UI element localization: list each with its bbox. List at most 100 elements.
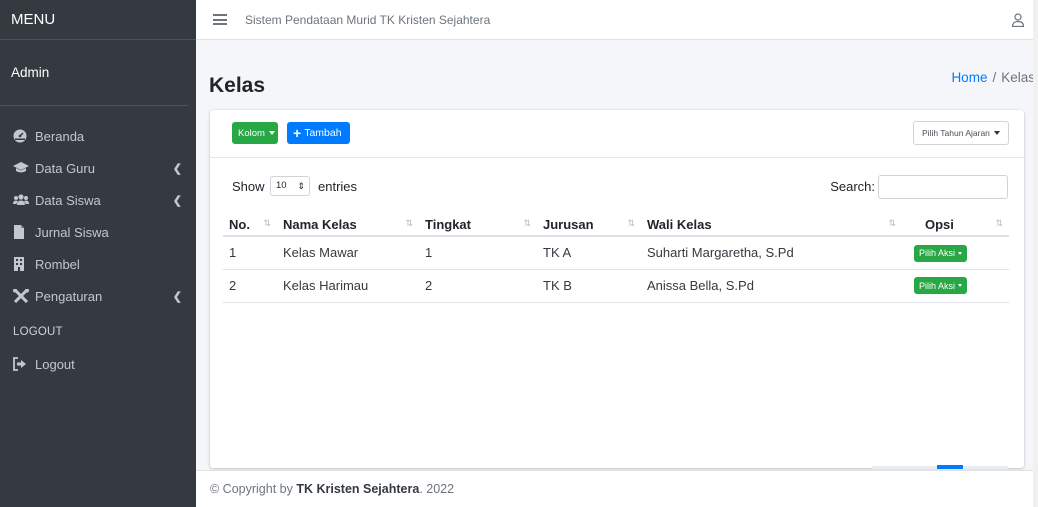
pilih-aksi-label: Pilih Aksi [919, 248, 956, 258]
column-header-label: No. [229, 216, 250, 232]
sidebar-item-label: Pengaturan [35, 288, 103, 304]
chevron-left-icon: ❮ [172, 162, 182, 175]
pilih-aksi-label: Pilih Aksi [919, 280, 956, 291]
sidebar-item-jurnal-siswa[interactable]: Jurnal Siswa [0, 216, 196, 248]
table-header-row: No. ⇅ Nama Kelas ⇅ Tingkat ⇅ Jurusan ⇅ Wali … [223, 213, 1009, 237]
sidebar-nav: Beranda Data Guru ❮ Data Siswa ❮ Jurnal … [0, 106, 196, 380]
cell-opsi: Pilih Aksi [902, 269, 1009, 303]
pilih-aksi-button[interactable]: Pilih Aksi [914, 244, 968, 262]
user-icon[interactable] [1011, 13, 1025, 28]
cell-no: 1 [223, 236, 277, 270]
sort-icon: ⇅ [995, 218, 1003, 228]
cell-no: 2 [223, 269, 277, 303]
hamburger-menu-icon[interactable] [213, 12, 227, 28]
footer: © Copyright by TK Kristen Sejahtera. 202… [196, 470, 1038, 507]
breadcrumb-current: Kelas [1001, 70, 1035, 85]
sidebar-item-pengaturan[interactable]: Pengaturan ❮ [0, 280, 196, 312]
table-row: 2 Kelas Harimau 2 TK B Anissa Bella, S.P… [223, 269, 1009, 303]
caret-down-icon [268, 131, 275, 135]
sort-icon: ⇅ [523, 218, 531, 228]
chevron-left-icon: ❮ [172, 194, 182, 207]
sidebar: MENU Admin Beranda Data Guru ❮ Data Sisw… [0, 0, 196, 507]
breadcrumb-separator: / [992, 70, 997, 85]
sidebar-item-data-guru[interactable]: Data Guru ❮ [0, 152, 196, 184]
file-icon [13, 225, 27, 239]
search-label: Search: [830, 179, 875, 194]
building-icon [13, 257, 27, 271]
page-title: Kelas [209, 74, 266, 97]
breadcrumb-home-link[interactable]: Home [951, 70, 987, 85]
sidebar-item-label: Rombel [35, 256, 80, 272]
table-row: 1 Kelas Mawar 1 TK A Suharti Margaretha,… [223, 236, 1009, 270]
sidebar-item-label: Jurnal Siswa [35, 224, 109, 240]
cell-opsi: Pilih Aksi [902, 236, 1009, 270]
datatable-controls: Show 10 ⇕ entries Search: [232, 175, 1008, 199]
sort-icon: ⇅ [405, 218, 413, 228]
pagination-active-page[interactable] [937, 465, 963, 469]
sidebar-item-label: Data Siswa [35, 192, 101, 208]
sidebar-item-rombel[interactable]: Rombel [0, 248, 196, 280]
kelas-table: No. ⇅ Nama Kelas ⇅ Tingkat ⇅ Jurusan ⇅ Wali … [223, 213, 1009, 303]
sidebar-section-header: LOGOUT [13, 326, 63, 338]
cell-wali-kelas: Suharti Margaretha, S.Pd [641, 236, 902, 270]
tahun-ajaran-select-label: Pilih Tahun Ajaran [922, 128, 990, 138]
tools-icon [13, 288, 29, 304]
kolom-dropdown-button[interactable]: Kolom [232, 122, 278, 144]
pilih-aksi-button[interactable]: Pilih Aksi [914, 277, 968, 295]
column-header-label: Tingkat [425, 216, 471, 232]
app-title: Sistem Pendataan Murid TK Kristen Sejaht… [245, 12, 491, 27]
column-header-opsi[interactable]: Opsi ⇅ [902, 213, 1009, 237]
tambah-button[interactable]: + Tambah [287, 122, 350, 144]
content-header: Kelas Home / Kelas [196, 40, 1038, 108]
sidebar-item-label: Data Guru [35, 160, 95, 176]
sort-updown-icon: ⇕ [297, 181, 305, 191]
cell-jurusan: TK B [537, 269, 641, 303]
cell-wali-kelas: Anissa Bella, S.Pd [641, 269, 902, 303]
column-header-tingkat[interactable]: Tingkat ⇅ [419, 213, 537, 237]
sort-icon: ⇅ [627, 218, 635, 228]
sidebar-item-beranda[interactable]: Beranda [0, 120, 196, 152]
caret-down-icon [958, 284, 963, 288]
sidebar-user[interactable]: Admin [0, 40, 188, 106]
graduation-cap-icon [13, 161, 29, 175]
sidebar-item-label: Logout [35, 356, 75, 372]
chevron-left-icon: ❮ [172, 290, 182, 303]
column-header-label: Wali Kelas [647, 216, 712, 232]
cell-nama-kelas: Kelas Harimau [277, 269, 419, 303]
cell-nama-kelas: Kelas Mawar [277, 236, 419, 270]
caret-down-icon [958, 251, 963, 255]
sort-icon: ⇅ [888, 218, 896, 228]
kelas-card: Kolom + Tambah Pilih Tahun Ajaran Show 10… [210, 110, 1024, 468]
column-header-nama-kelas[interactable]: Nama Kelas ⇅ [277, 213, 419, 237]
cell-tingkat: 2 [419, 269, 537, 303]
column-header-label: Opsi [925, 216, 954, 232]
cell-tingkat: 1 [419, 236, 537, 270]
column-header-label: Nama Kelas [283, 216, 357, 232]
sort-icon: ⇅ [263, 218, 271, 228]
dashboard-icon [13, 129, 27, 143]
sidebar-brand: MENU [0, 0, 196, 40]
sidebar-item-logout[interactable]: Logout [0, 348, 196, 380]
search-input[interactable] [878, 175, 1008, 199]
kolom-button-label: Kolom [238, 127, 265, 139]
show-label: Show [232, 179, 265, 194]
column-header-wali-kelas[interactable]: Wali Kelas ⇅ [641, 213, 902, 237]
breadcrumb: Home / Kelas [951, 70, 1035, 85]
sidebar-item-data-siswa[interactable]: Data Siswa ❮ [0, 184, 196, 216]
topbar: Sistem Pendataan Murid TK Kristen Sejaht… [196, 0, 1038, 40]
footer-year: . 2022 [419, 482, 455, 496]
page-length-value: 10 [276, 180, 287, 191]
column-header-no[interactable]: No. ⇅ [223, 213, 277, 237]
cell-jurusan: TK A [537, 236, 641, 270]
footer-org: TK Kristen Sejahtera [296, 482, 420, 496]
page-length-select[interactable]: 10 ⇕ [270, 176, 310, 196]
tahun-ajaran-select[interactable]: Pilih Tahun Ajaran [913, 121, 1009, 145]
column-header-jurusan[interactable]: Jurusan ⇅ [537, 213, 641, 237]
tambah-button-label: Tambah [304, 127, 342, 139]
column-header-label: Jurusan [543, 216, 594, 232]
page-scrollbar[interactable] [1033, 0, 1038, 507]
users-icon [13, 193, 29, 207]
footer-prefix: © Copyright by [210, 482, 293, 496]
card-header: Kolom + Tambah Pilih Tahun Ajaran [210, 110, 1024, 158]
plus-icon: + [293, 125, 302, 141]
